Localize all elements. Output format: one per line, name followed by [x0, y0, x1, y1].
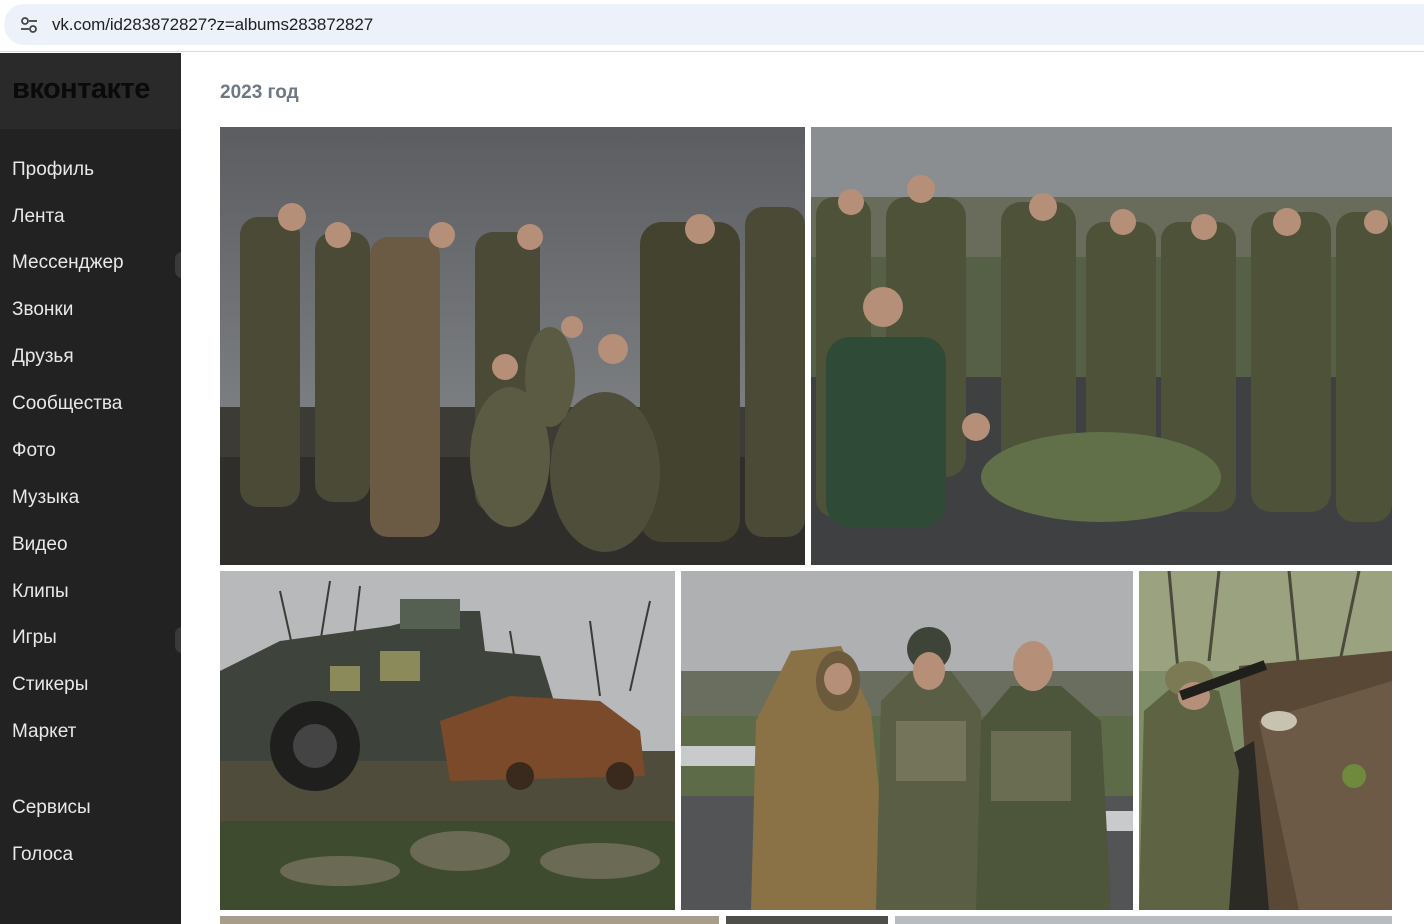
address-bar[interactable]: vk.com/id283872827?z=albums283872827: [4, 4, 1424, 45]
album-photo-7[interactable]: [726, 916, 888, 924]
sidebar-item-friends[interactable]: Друзья: [12, 346, 74, 368]
photo-5-image: [1139, 571, 1392, 910]
tune-icon[interactable]: [18, 14, 40, 36]
sidebar-item-services[interactable]: Сервисы: [12, 797, 91, 819]
album-photo-5[interactable]: [1139, 571, 1392, 910]
sidebar-item-communities[interactable]: Сообщества: [12, 393, 122, 415]
sidebar-item-messenger[interactable]: Мессенджер: [12, 252, 124, 274]
url-text[interactable]: vk.com/id283872827?z=albums283872827: [52, 15, 373, 35]
sidebar-item-clips[interactable]: Клипы: [12, 581, 69, 603]
photo-1-image: [220, 127, 805, 565]
sidebar-item-feed[interactable]: Лента: [12, 206, 65, 228]
page-scrollbar[interactable]: [1410, 53, 1424, 924]
year-heading: 2023 год: [220, 82, 299, 103]
album-photo-2[interactable]: [811, 127, 1392, 565]
photo-2-image: [811, 127, 1392, 565]
sidebar-item-profile[interactable]: Профиль: [12, 159, 94, 181]
album-photo-8[interactable]: [895, 916, 1392, 924]
sidebar-item-video[interactable]: Видео: [12, 534, 68, 556]
photo-4-image: [681, 571, 1133, 910]
album-photo-3[interactable]: [220, 571, 675, 910]
photo-8-image: [895, 916, 1392, 924]
sidebar-item-stickers[interactable]: Стикеры: [12, 674, 88, 696]
logo-area: вконтакте: [0, 53, 181, 129]
album-photo-6[interactable]: [220, 916, 719, 924]
sidebar: вконтакте Профиль Лента Мессенджер Звонк…: [0, 53, 189, 924]
sidebar-item-calls[interactable]: Звонки: [12, 299, 73, 321]
sidebar-item-voices[interactable]: Голоса: [12, 844, 73, 866]
album-photo-1[interactable]: [220, 127, 805, 565]
browser-toolbar: vk.com/id283872827?z=albums283872827: [0, 0, 1424, 52]
photo-3-image: [220, 571, 675, 910]
sidebar-item-market[interactable]: Маркет: [12, 721, 76, 743]
sidebar-item-games[interactable]: Игры: [12, 627, 57, 649]
vk-logo[interactable]: вконтакте: [12, 73, 150, 106]
photo-6-image: [220, 916, 719, 924]
album-photo-4[interactable]: [681, 571, 1133, 910]
photo-7-image: [726, 916, 888, 924]
sidebar-item-photos[interactable]: Фото: [12, 440, 56, 462]
sidebar-item-music[interactable]: Музыка: [12, 487, 79, 509]
